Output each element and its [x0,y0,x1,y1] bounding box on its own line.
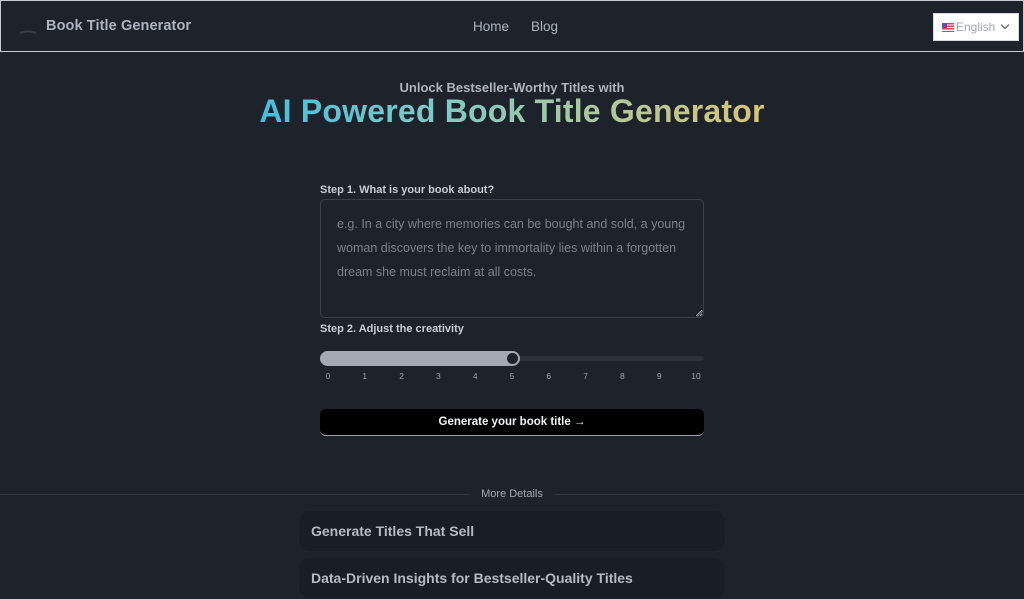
step2-label: Step 2. Adjust the creativity [320,323,464,335]
details-card-title: Data-Driven Insights for Bestseller-Qual… [311,570,633,586]
brand-name: Book Title Generator [46,18,192,34]
creativity-slider-ticks: 0 1 2 3 4 5 6 7 8 9 10 [320,371,704,383]
creativity-slider-fill [320,351,512,366]
chevron-down-icon [1000,20,1010,30]
hero-title: AI Powered Book Title Generator [0,93,1024,130]
brand-logo[interactable]: Book Title Generator [17,15,191,37]
slider-tick-label: 3 [436,371,441,381]
details-card[interactable]: Data-Driven Insights for Bestseller-Qual… [298,557,726,599]
nav-blog-link[interactable]: Blog [531,19,558,34]
main-nav: Home Blog [473,19,558,34]
creativity-slider-thumb[interactable] [504,351,520,366]
divider-left [0,494,470,495]
language-selected: English [956,20,996,34]
step1-label: Step 1. What is your book about? [320,184,495,196]
resize-handle-icon[interactable] [697,311,703,317]
more-details-label: More Details [481,488,543,500]
slider-tick-label: 5 [509,371,515,381]
slider-tick-label: 2 [399,371,404,381]
slider-tick-label: 8 [620,371,625,381]
book-description-input[interactable] [320,199,704,318]
language-select[interactable]: English [933,13,1019,41]
open-book-icon [17,15,39,37]
slider-tick-label: 0 [325,371,331,381]
nav-home-link[interactable]: Home [473,19,509,34]
slider-tick-label: 6 [546,371,552,381]
details-card-title: Generate Titles That Sell [311,523,475,539]
generate-title-button[interactable]: Generate your book title → [320,409,704,436]
slider-tick-label: 7 [583,371,588,381]
site-header: Book Title Generator Home Blog English [0,0,1024,52]
slider-tick-label: 4 [472,371,478,381]
us-flag-icon [942,22,954,32]
slider-tick-label: 9 [656,371,662,381]
slider-tick-label: 10 [691,371,701,381]
details-card[interactable]: Generate Titles That Sell [298,510,726,552]
slider-tick-label: 1 [362,371,368,381]
divider-right [554,494,1024,495]
hero-title-text: AI Powered Book Title Generator [259,93,765,129]
